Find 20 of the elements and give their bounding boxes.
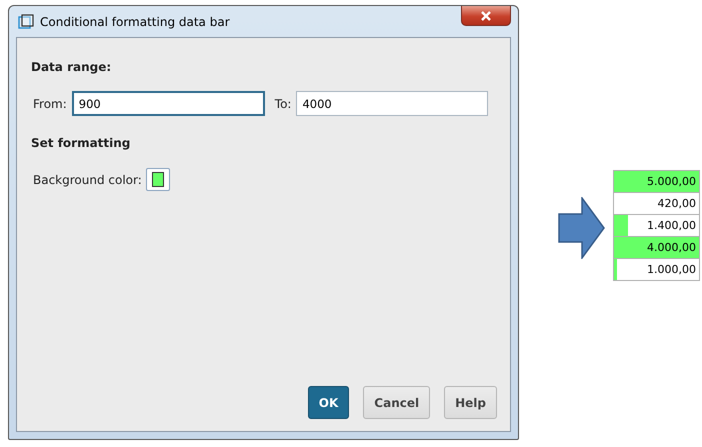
- close-icon: [480, 10, 492, 20]
- table-cell: 5.000,00: [614, 171, 699, 193]
- close-button[interactable]: [461, 6, 511, 26]
- section-heading: Set formatting: [31, 136, 132, 150]
- window-icon: [18, 14, 34, 30]
- color-picker-button[interactable]: [146, 168, 170, 191]
- field-label: Background color:: [33, 172, 142, 186]
- dialog-button[interactable]: Help: [444, 386, 497, 419]
- field-label: To:: [274, 96, 292, 110]
- field-label: From:: [33, 96, 67, 110]
- to-field[interactable]: 4000: [296, 91, 488, 116]
- dialog-button[interactable]: Cancel: [363, 386, 430, 419]
- right-arrow-icon: [558, 197, 606, 259]
- table-cell: 4.000,00: [614, 237, 699, 259]
- table-cell: 1.400,00: [614, 215, 699, 237]
- table-cell: 1.000,00: [614, 259, 699, 281]
- from-field[interactable]: 900: [72, 91, 265, 116]
- window-title: Conditional formatting data bar: [40, 14, 230, 28]
- section-heading: Data range:: [31, 60, 112, 74]
- dialog-button[interactable]: OK: [308, 386, 350, 419]
